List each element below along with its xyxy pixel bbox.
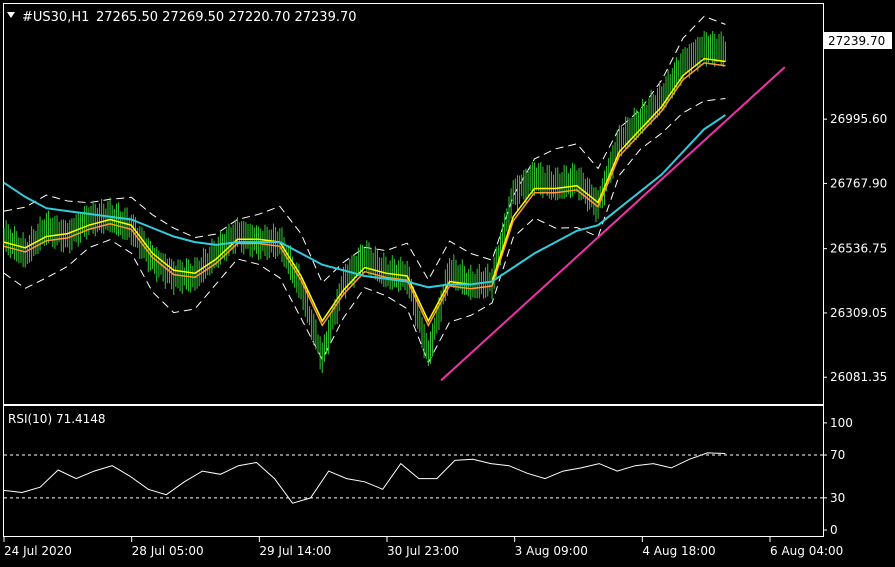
chart-window[interactable]: 26995.60 26767.90 26536.75 26309.05 26081.35… (0, 0, 895, 562)
envelope-bands (3, 15, 726, 364)
rsi-axis: 100 70 30 0 (823, 416, 853, 537)
price-tick-label: 26536.75 (830, 242, 887, 256)
candles (3, 30, 726, 374)
time-axis: 24 Jul 2020 28 Jul 05:00 29 Jul 14:00 30 Ju… (3, 537, 843, 558)
price-tick-label: 26995.60 (830, 112, 887, 126)
time-tick-label: 3 Aug 09:00 (515, 544, 588, 558)
ma-fast-line (3, 57, 726, 323)
price-tick-label: 26767.90 (830, 176, 887, 190)
price-tick-label: 26309.05 (830, 306, 887, 320)
rsi-tick-label: 30 (830, 491, 845, 505)
trendline[interactable] (440, 66, 786, 382)
price-axis: 26995.60 26767.90 26536.75 26309.05 26081.35 (823, 112, 887, 384)
chart-canvas[interactable]: 26995.60 26767.90 26536.75 26309.05 26081.35… (0, 0, 895, 562)
rsi-tick-label: 0 (830, 523, 838, 537)
current-price-label: 27239.70 (828, 34, 885, 48)
ohlc-values: 27265.50 27269.50 27220.70 27239.70 (96, 10, 357, 25)
rsi-plot-frame (3, 405, 824, 537)
time-tick-label: 29 Jul 14:00 (259, 544, 331, 558)
time-tick-label: 30 Jul 23:00 (387, 544, 459, 558)
main-plot-frame (3, 3, 824, 405)
rsi-line (3, 452, 726, 504)
rsi-tick-label: 70 (830, 448, 845, 462)
rsi-label: RSI(10) 71.4148 (8, 412, 106, 426)
symbol-label: #US30,H1 (22, 10, 89, 25)
rsi-indicator (3, 452, 823, 504)
time-tick-label: 28 Jul 05:00 (132, 544, 204, 558)
ma-mid-line (3, 62, 726, 328)
time-tick-label: 4 Aug 18:00 (642, 544, 715, 558)
triangle-down-icon[interactable] (7, 12, 15, 18)
moving-averages (3, 57, 726, 328)
time-tick-label: 6 Aug 04:00 (770, 544, 843, 558)
price-tick-label: 26081.35 (830, 370, 887, 384)
time-tick-label: 24 Jul 2020 (4, 544, 72, 558)
rsi-tick-label: 100 (830, 416, 853, 430)
